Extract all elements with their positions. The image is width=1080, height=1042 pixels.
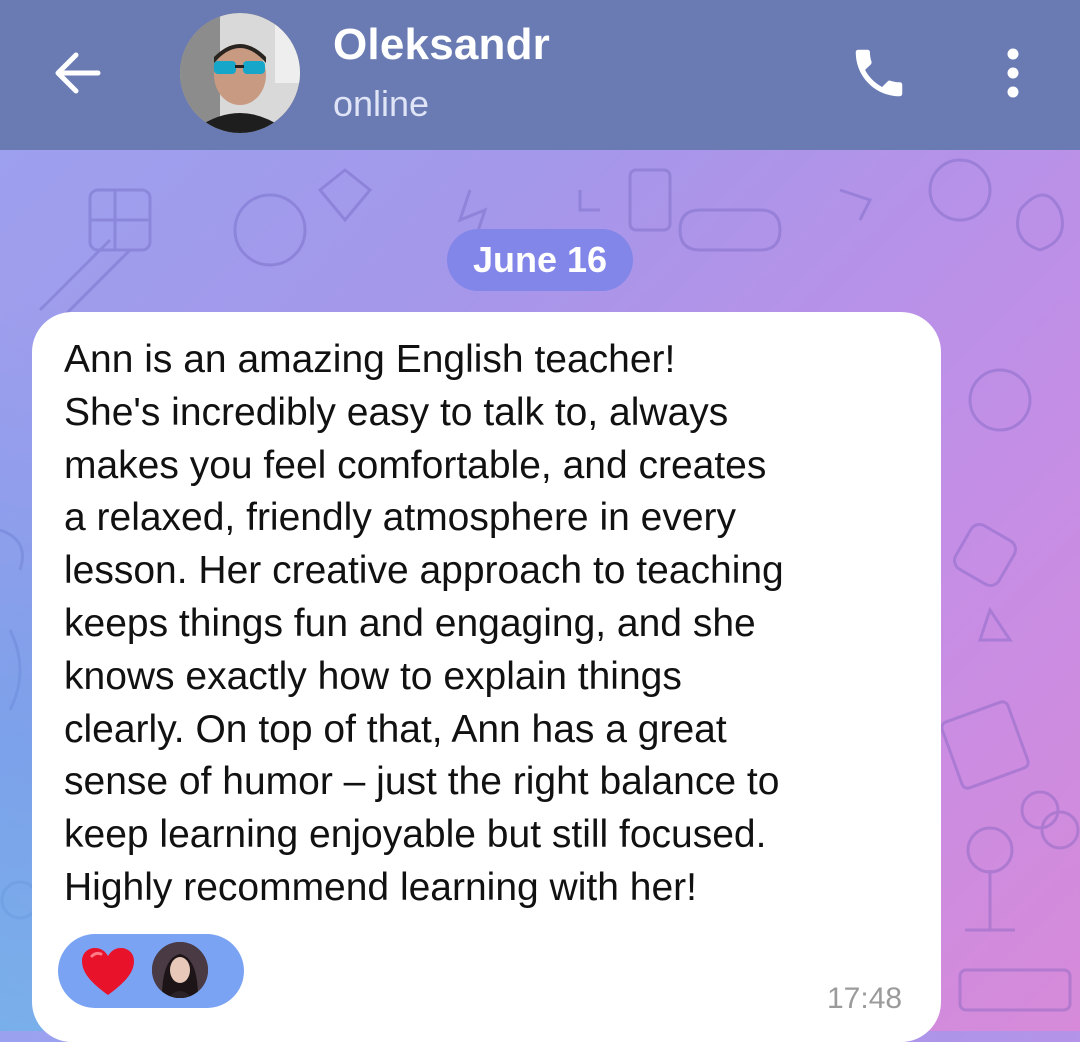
contact-avatar[interactable]: [180, 13, 300, 133]
reactor-avatar: [152, 942, 208, 998]
message-text: Ann is an amazing English teacher! She's…: [64, 338, 784, 909]
heart-icon: [80, 946, 136, 998]
message-bubble[interactable]: Ann is an amazing English teacher! She's…: [32, 312, 941, 1042]
more-vertical-icon[interactable]: [995, 45, 1031, 101]
arrow-left-icon[interactable]: [50, 45, 106, 101]
date-separator: June 16: [447, 229, 633, 291]
phone-icon[interactable]: [848, 42, 910, 104]
chat-header: Oleksandr online: [0, 0, 1080, 150]
message-time: 17:48: [827, 982, 903, 1015]
reaction-chip[interactable]: [58, 934, 244, 1008]
contact-name[interactable]: Oleksandr: [333, 20, 550, 70]
contact-status: online: [333, 83, 430, 124]
